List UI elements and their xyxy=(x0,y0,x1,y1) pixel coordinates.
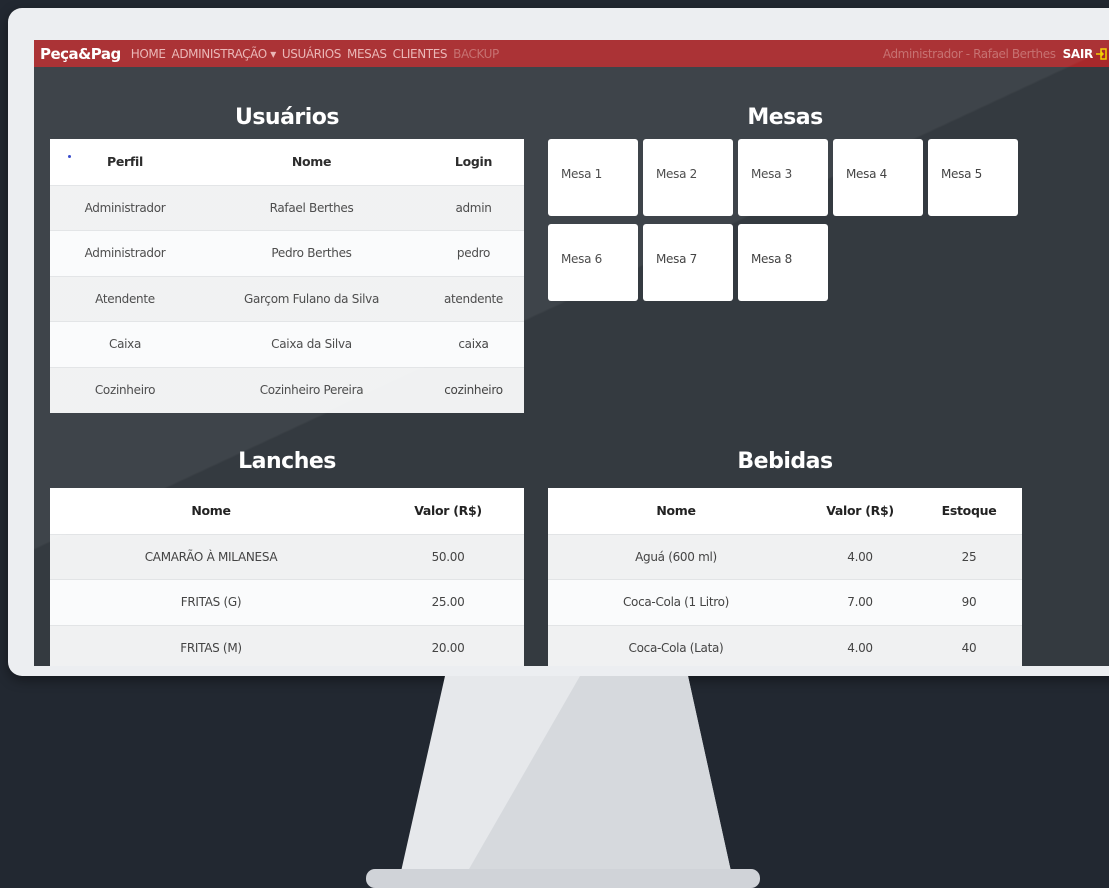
stand-neck xyxy=(400,676,732,876)
mesa-card-7[interactable]: Mesa 7 xyxy=(643,224,733,301)
lanches-table: Nome Valor (R$) CAMARÃO À MILANESA 50.00… xyxy=(50,488,524,666)
cell-perfil: Administrador xyxy=(50,230,200,276)
cell-perfil: Cozinheiro xyxy=(50,366,200,413)
mesa-card-8[interactable]: Mesa 8 xyxy=(738,224,828,301)
nav-usuarios[interactable]: USUÁRIOS xyxy=(282,47,342,61)
cell-perfil: Caixa xyxy=(50,321,200,367)
header-login[interactable]: Login xyxy=(423,139,524,185)
monitor-screen: Peça&Pag HOME ADMINISTRAÇÃO ▾ USUÁRIOS M… xyxy=(34,40,1109,666)
cell-login: atendente xyxy=(423,275,524,322)
cell-login: admin xyxy=(423,184,524,231)
nav-administracao-dropdown[interactable]: ADMINISTRAÇÃO ▾ xyxy=(172,47,277,61)
cell-nome: FRITAS (G) xyxy=(50,579,372,625)
navbar: Peça&Pag HOME ADMINISTRAÇÃO ▾ USUÁRIOS M… xyxy=(34,40,1109,67)
table-row[interactable]: Administrador Rafael Berthes admin xyxy=(50,184,524,231)
stand-base xyxy=(366,869,760,888)
table-row[interactable]: Aguá (600 ml) 4.00 25 xyxy=(548,533,1022,580)
header-nome[interactable]: Nome xyxy=(200,139,423,185)
mesa-card-1[interactable]: Mesa 1 xyxy=(548,139,638,216)
cell-nome: Rafael Berthes xyxy=(200,184,423,231)
mesa-card-2[interactable]: Mesa 2 xyxy=(643,139,733,216)
cell-login: pedro xyxy=(423,230,524,276)
cell-nome: FRITAS (M) xyxy=(50,624,372,666)
table-row[interactable]: Administrador Pedro Berthes pedro xyxy=(50,230,524,276)
cell-valor: 4.00 xyxy=(804,624,916,666)
nav-clientes[interactable]: CLIENTES xyxy=(393,47,448,61)
cell-perfil: Administrador xyxy=(50,184,200,231)
nav-mesas[interactable]: MESAS xyxy=(347,47,387,61)
mesa-card-5[interactable]: Mesa 5 xyxy=(928,139,1018,216)
bebidas-title: Bebidas xyxy=(737,449,833,474)
cell-nome: Aguá (600 ml) xyxy=(548,533,804,580)
table-row[interactable]: FRITAS (G) 25.00 xyxy=(50,579,524,625)
cell-perfil: Atendente xyxy=(50,275,200,322)
monitor-frame: Peça&Pag HOME ADMINISTRAÇÃO ▾ USUÁRIOS M… xyxy=(8,8,1109,676)
cell-nome: Cozinheiro Pereira xyxy=(200,366,423,413)
table-row[interactable]: Caixa Caixa da Silva caixa xyxy=(50,321,524,367)
cell-nome: Coca-Cola (1 Litro) xyxy=(548,579,804,625)
cell-valor: 7.00 xyxy=(804,579,916,625)
header-valor[interactable]: Valor (R$) xyxy=(804,488,916,534)
usuarios-title: Usuários xyxy=(234,105,340,130)
mesa-card-3[interactable]: Mesa 3 xyxy=(738,139,828,216)
mesas-title: Mesas xyxy=(747,105,823,130)
cell-estoque: 40 xyxy=(916,624,1022,666)
table-row[interactable]: CAMARÃO À MILANESA 50.00 xyxy=(50,533,524,580)
header-valor[interactable]: Valor (R$) xyxy=(372,488,524,534)
mesa-card-6[interactable]: Mesa 6 xyxy=(548,224,638,301)
cell-nome: Garçom Fulano da Silva xyxy=(200,275,423,322)
cell-estoque: 25 xyxy=(916,533,1022,580)
usuarios-table: Perfil Nome Login Administrador Rafael B… xyxy=(50,139,524,413)
stand-neck-shade xyxy=(465,676,732,876)
cell-estoque: 90 xyxy=(916,579,1022,625)
logout-button[interactable]: SAIR xyxy=(1063,47,1107,61)
brand-logo[interactable]: Peça&Pag xyxy=(40,45,121,63)
header-estoque[interactable]: Estoque xyxy=(916,488,1022,534)
lanches-header-row: Nome Valor (R$) xyxy=(50,488,524,534)
cell-nome: Coca-Cola (Lata) xyxy=(548,624,804,666)
lanches-title: Lanches xyxy=(238,449,336,474)
table-row[interactable]: FRITAS (M) 20.00 xyxy=(50,624,524,666)
cell-valor: 25.00 xyxy=(372,579,524,625)
table-row[interactable]: Coca-Cola (Lata) 4.00 40 xyxy=(548,624,1022,666)
cell-login: caixa xyxy=(423,321,524,367)
bebidas-table: Nome Valor (R$) Estoque Aguá (600 ml) 4.… xyxy=(548,488,1022,666)
bebidas-header-row: Nome Valor (R$) Estoque xyxy=(548,488,1022,534)
table-row[interactable]: Coca-Cola (1 Litro) 7.00 90 xyxy=(548,579,1022,625)
logged-user-label: Administrador - Rafael Berthes xyxy=(882,46,1056,61)
usuarios-header-row: Perfil Nome Login xyxy=(50,139,524,185)
table-row[interactable]: Atendente Garçom Fulano da Silva atenden… xyxy=(50,275,524,322)
header-nome[interactable]: Nome xyxy=(548,488,804,534)
logout-icon xyxy=(1096,47,1107,60)
header-nome[interactable]: Nome xyxy=(50,488,372,534)
cell-nome: CAMARÃO À MILANESA xyxy=(50,533,372,580)
cell-nome: Pedro Berthes xyxy=(200,230,423,276)
dot-icon xyxy=(68,155,71,158)
nav-home[interactable]: HOME xyxy=(131,47,166,61)
header-perfil[interactable]: Perfil xyxy=(50,139,200,185)
cell-login: cozinheiro xyxy=(423,366,524,413)
cell-valor: 20.00 xyxy=(372,624,524,666)
nav-backup[interactable]: BACKUP xyxy=(453,47,499,61)
cell-valor: 50.00 xyxy=(372,533,524,580)
table-row[interactable]: Cozinheiro Cozinheiro Pereira cozinheiro xyxy=(50,366,524,413)
navbar-right: Administrador - Rafael Berthes SAIR xyxy=(883,47,1107,61)
logout-label: SAIR xyxy=(1062,46,1094,61)
mesa-card-4[interactable]: Mesa 4 xyxy=(833,139,923,216)
cell-nome: Caixa da Silva xyxy=(200,321,423,367)
cell-valor: 4.00 xyxy=(804,533,916,580)
